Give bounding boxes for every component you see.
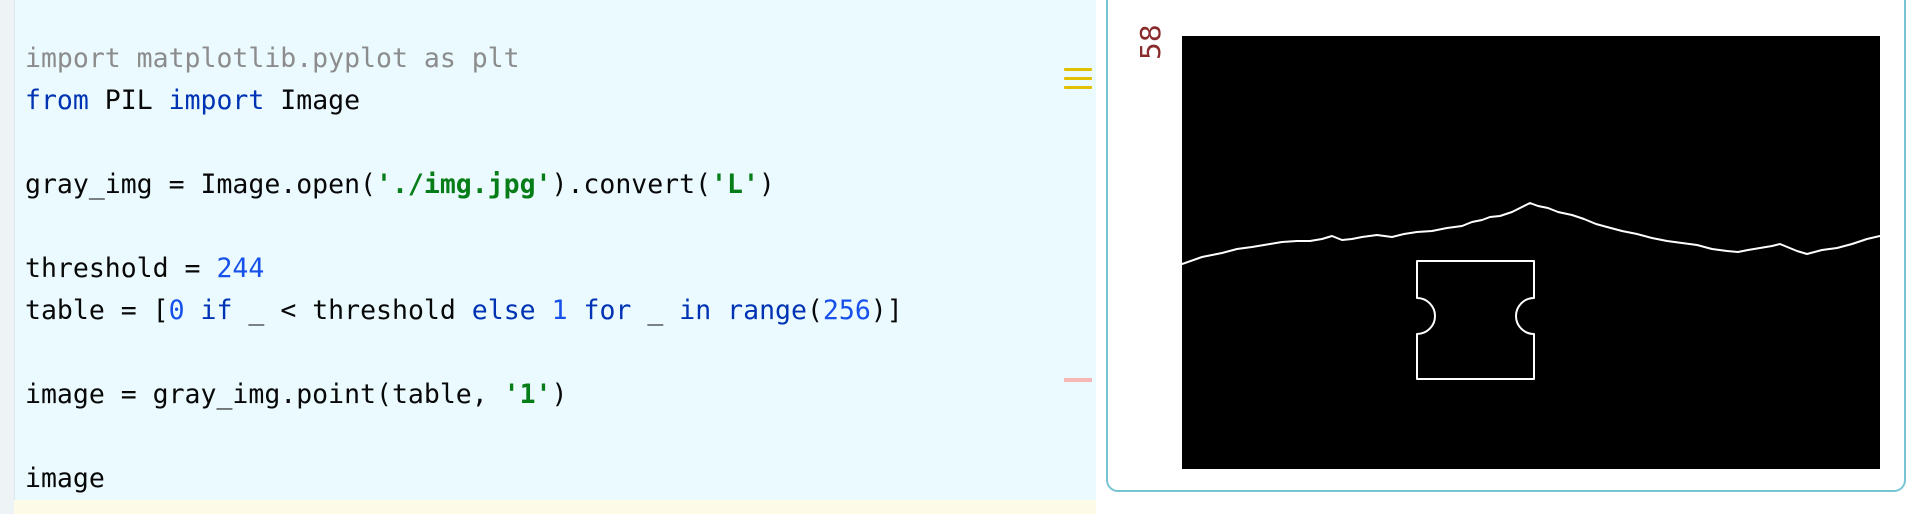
code-line[interactable]: table = [0 if _ < threshold else 1 for _… bbox=[25, 290, 903, 332]
code-line[interactable]: image = gray_img.point(table, '1') bbox=[25, 374, 903, 416]
code-editor[interactable]: import matplotlib.pyplot as plt from PIL … bbox=[0, 0, 1096, 514]
code-token: 0 bbox=[168, 295, 185, 326]
code-token: table = [ bbox=[25, 295, 169, 326]
code-token: range bbox=[727, 295, 807, 326]
code-token: 1 bbox=[551, 295, 568, 326]
code-token: if bbox=[200, 295, 233, 326]
code-token: from bbox=[25, 85, 89, 116]
code-token: )] bbox=[870, 295, 903, 326]
code-line[interactable] bbox=[25, 416, 903, 458]
puzzle-outline bbox=[1416, 260, 1535, 380]
ridge-edge bbox=[1182, 202, 1880, 265]
output-image bbox=[1182, 36, 1880, 469]
editor-gutter bbox=[0, 0, 15, 514]
code-line[interactable] bbox=[25, 122, 903, 164]
code-token: gray_img = Image.open( bbox=[25, 169, 376, 200]
code-token: ).convert( bbox=[551, 169, 712, 200]
code-line[interactable]: from PIL import Image bbox=[25, 80, 903, 122]
code-token: image = gray_img.point(table, bbox=[25, 379, 504, 410]
code-token: threshold = bbox=[25, 253, 217, 284]
code-token: for bbox=[583, 295, 632, 326]
code-token: 'L' bbox=[711, 169, 759, 200]
code-token: image bbox=[25, 463, 105, 494]
code-token: import matplotlib.pyplot as plt bbox=[25, 43, 520, 74]
execution-count: 58 bbox=[1134, 24, 1167, 60]
code-token: Image bbox=[264, 85, 361, 116]
code-line[interactable]: threshold = 244 bbox=[25, 248, 903, 290]
code-token: in bbox=[679, 295, 712, 326]
code-token: import bbox=[168, 85, 265, 116]
code-token: ) bbox=[758, 169, 775, 200]
code-cell-source[interactable]: import matplotlib.pyplot as plt from PIL … bbox=[25, 38, 903, 500]
code-token: else bbox=[471, 295, 536, 326]
code-token: '1' bbox=[503, 379, 552, 410]
code-line[interactable]: import matplotlib.pyplot as plt bbox=[25, 38, 903, 80]
editor-bottom-strip bbox=[14, 500, 1096, 514]
code-line[interactable] bbox=[25, 332, 903, 374]
code-token: _ bbox=[631, 295, 680, 326]
error-stripe-marker[interactable] bbox=[1064, 378, 1092, 382]
code-token: ( bbox=[806, 295, 823, 326]
code-token: 256 bbox=[822, 295, 871, 326]
code-token: ) bbox=[551, 379, 568, 410]
hamburger-marker-icon[interactable] bbox=[1064, 68, 1092, 92]
code-token: './img.jpg' bbox=[376, 169, 552, 200]
code-line[interactable]: gray_img = Image.open('./img.jpg').conve… bbox=[25, 164, 903, 206]
code-token: PIL bbox=[88, 85, 169, 116]
code-token: 244 bbox=[216, 253, 265, 284]
code-line[interactable]: image bbox=[25, 458, 903, 500]
code-line[interactable] bbox=[25, 206, 903, 248]
code-token: _ < threshold bbox=[232, 295, 472, 326]
